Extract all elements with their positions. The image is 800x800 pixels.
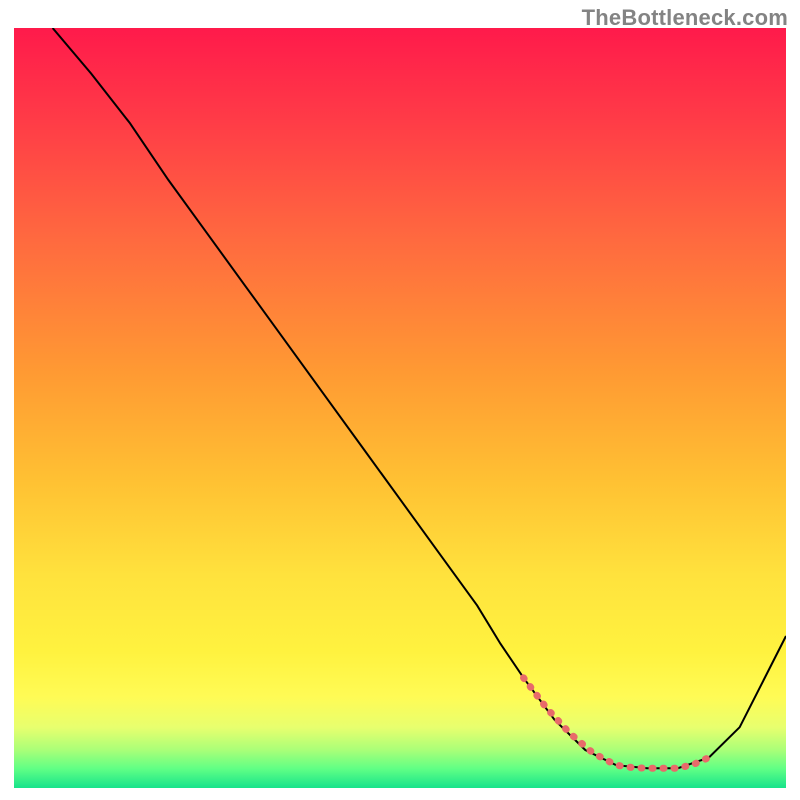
gradient-background (14, 28, 786, 788)
plot-area (14, 28, 786, 788)
chart-svg (14, 28, 786, 788)
chart-container: TheBottleneck.com (0, 0, 800, 800)
